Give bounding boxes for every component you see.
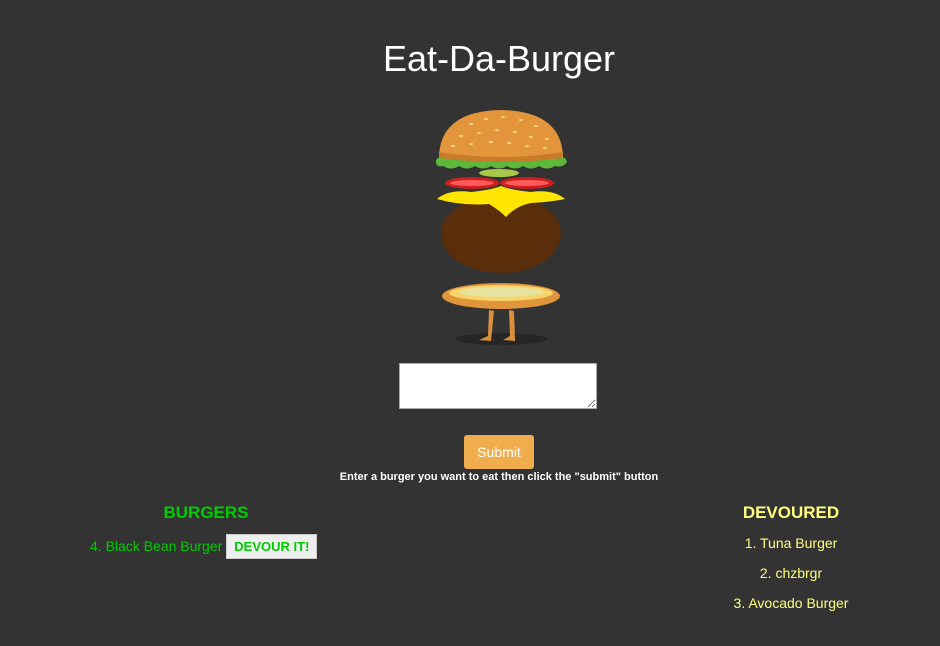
page-title: Eat-Da-Burger	[382, 38, 616, 79]
devoured-list-item: 2. chzbrgr	[759, 565, 823, 581]
devoured-list: 1. Tuna Burger 2. chzbrgr 3. Avocado Bur…	[691, 535, 891, 625]
pickle	[479, 169, 519, 177]
burger-item-label: 4. Black Bean Burger	[90, 538, 223, 554]
bottom-bun-center	[459, 287, 543, 297]
submit-button[interactable]: Submit	[464, 435, 534, 469]
devour-button[interactable]: DEVOUR IT!	[226, 533, 318, 559]
tomato-right-inner	[505, 180, 549, 186]
burger-list-item: 4. Black Bean Burger DEVOUR IT!	[90, 533, 318, 559]
devoured-list-item: 1. Tuna Burger	[744, 535, 838, 551]
shadow	[455, 333, 547, 345]
burger-name-input[interactable]	[399, 363, 597, 409]
instructions-text: Enter a burger you want to eat then clic…	[339, 471, 659, 483]
burger-logo-icon	[435, 110, 567, 345]
burgers-heading: BURGERS	[163, 503, 249, 522]
devoured-heading: DEVOURED	[742, 503, 840, 522]
tomato-left-inner	[450, 180, 494, 186]
devoured-list-item: 3. Avocado Burger	[733, 595, 849, 611]
top-bun	[439, 110, 563, 159]
